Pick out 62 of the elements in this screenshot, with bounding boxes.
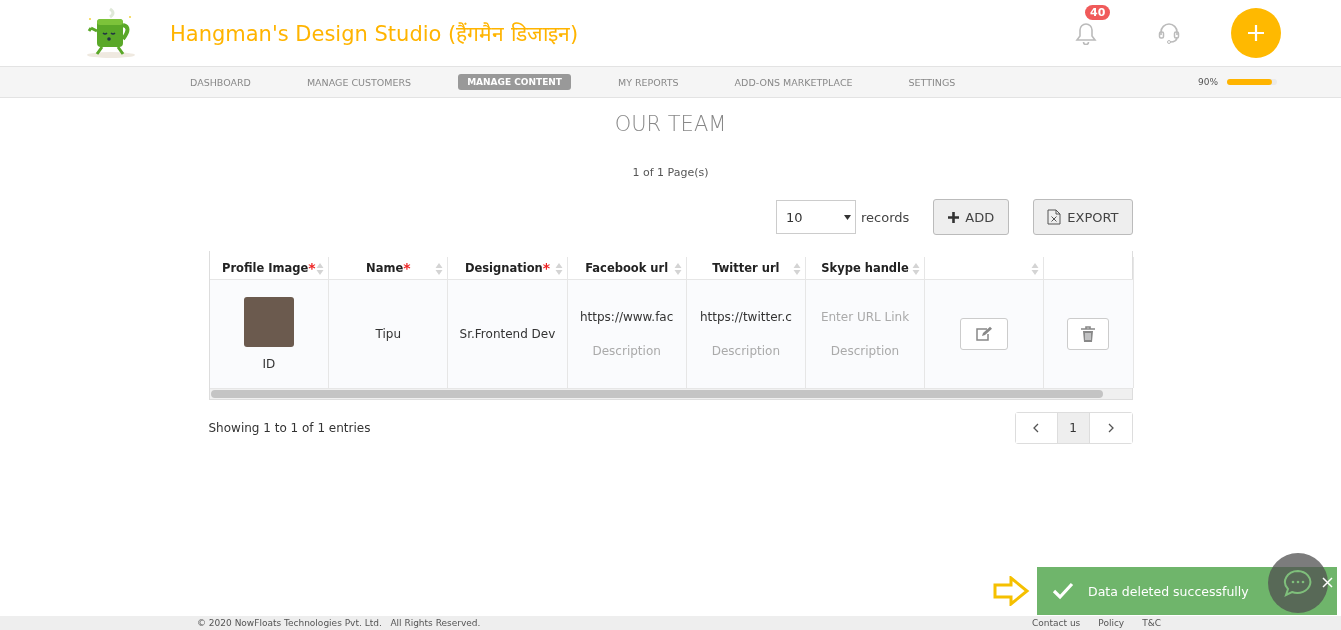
chevron-left-icon bbox=[1033, 423, 1039, 433]
sort-icon[interactable] bbox=[316, 262, 325, 276]
trash-icon bbox=[1081, 326, 1096, 342]
column-header[interactable]: Facebook url bbox=[567, 257, 687, 280]
image-caption: ID bbox=[262, 357, 276, 371]
page-button[interactable]: 1 bbox=[1057, 413, 1090, 443]
footer-link[interactable]: Contact us bbox=[1032, 618, 1081, 628]
page-title: OUR TEAM bbox=[614, 112, 727, 136]
description-field[interactable]: Description bbox=[689, 342, 802, 360]
table-cell: Tipu bbox=[328, 279, 448, 388]
plus-icon bbox=[1247, 24, 1265, 42]
notification-badge: 40 bbox=[1085, 5, 1111, 20]
chevron-right-icon bbox=[1107, 423, 1114, 433]
chat-icon bbox=[1283, 569, 1313, 597]
progress-reading: 90% bbox=[1198, 77, 1218, 87]
add-new-button[interactable] bbox=[1231, 8, 1281, 58]
sort-icon[interactable] bbox=[1031, 262, 1040, 276]
delete-button[interactable] bbox=[1067, 318, 1110, 350]
description-field[interactable]: Description bbox=[570, 342, 683, 360]
previous-page-button[interactable] bbox=[1015, 413, 1058, 443]
export-button[interactable]: EXPORT bbox=[1033, 199, 1133, 235]
url-field[interactable]: https://twitter.c bbox=[689, 308, 802, 326]
spreadsheet-file-icon bbox=[1047, 209, 1062, 225]
sort-icon[interactable] bbox=[435, 262, 444, 276]
arrow-right-icon bbox=[993, 576, 1030, 606]
toast-message: Data deleted successfully bbox=[1088, 583, 1249, 599]
required-asterisk: * bbox=[542, 260, 551, 276]
footer-link[interactable]: T&C bbox=[1142, 618, 1161, 628]
plus-icon bbox=[948, 211, 960, 223]
column-header[interactable]: Twitter url bbox=[686, 257, 806, 280]
sort-icon[interactable] bbox=[912, 262, 921, 276]
chat-bubble-button[interactable] bbox=[1268, 553, 1328, 613]
url-field[interactable]: Enter URL Link bbox=[809, 308, 922, 326]
check-icon bbox=[1052, 582, 1074, 600]
sort-icon[interactable] bbox=[554, 262, 563, 276]
column-header[interactable]: Designation* bbox=[447, 257, 568, 280]
table-cell: Sr.Frontend Dev bbox=[447, 279, 568, 388]
column-header[interactable]: Skype handle bbox=[805, 257, 925, 280]
horizontal-scrollbar[interactable] bbox=[209, 388, 1132, 399]
copyright-text: © 2020 NowFloats Technologies Pvt. Ltd. All Rights Reserved. bbox=[197, 618, 481, 628]
url-field[interactable]: https://www.fac bbox=[570, 308, 683, 326]
headset-icon[interactable] bbox=[1157, 21, 1181, 45]
add-button[interactable]: ADD bbox=[933, 199, 1010, 235]
required-asterisk: * bbox=[308, 260, 316, 276]
bell-icon[interactable] bbox=[1075, 21, 1097, 45]
column-header[interactable]: Name* bbox=[328, 257, 448, 280]
sort-icon[interactable] bbox=[673, 262, 682, 276]
caret-icon bbox=[844, 214, 852, 220]
records-label: records bbox=[861, 209, 910, 225]
edit-button[interactable] bbox=[960, 318, 1009, 350]
page-count: 1 of 1 Page(s) bbox=[632, 166, 709, 179]
column-header[interactable]: Profile Image* bbox=[209, 257, 329, 280]
close-icon bbox=[1322, 577, 1333, 588]
entries-info: Showing 1 to 1 of 1 entries bbox=[208, 421, 371, 435]
page-size-select[interactable]: 10 bbox=[776, 200, 857, 234]
description-field[interactable]: Description bbox=[809, 342, 922, 360]
footer-link[interactable]: Policy bbox=[1098, 618, 1125, 628]
company-title: Hangman's Design Studio (हैंगमैन डिजाइन) bbox=[170, 21, 579, 47]
edit-icon bbox=[975, 326, 994, 342]
photo-placeholder bbox=[243, 297, 294, 347]
sort-icon[interactable] bbox=[792, 262, 801, 276]
required-asterisk: * bbox=[403, 260, 411, 276]
